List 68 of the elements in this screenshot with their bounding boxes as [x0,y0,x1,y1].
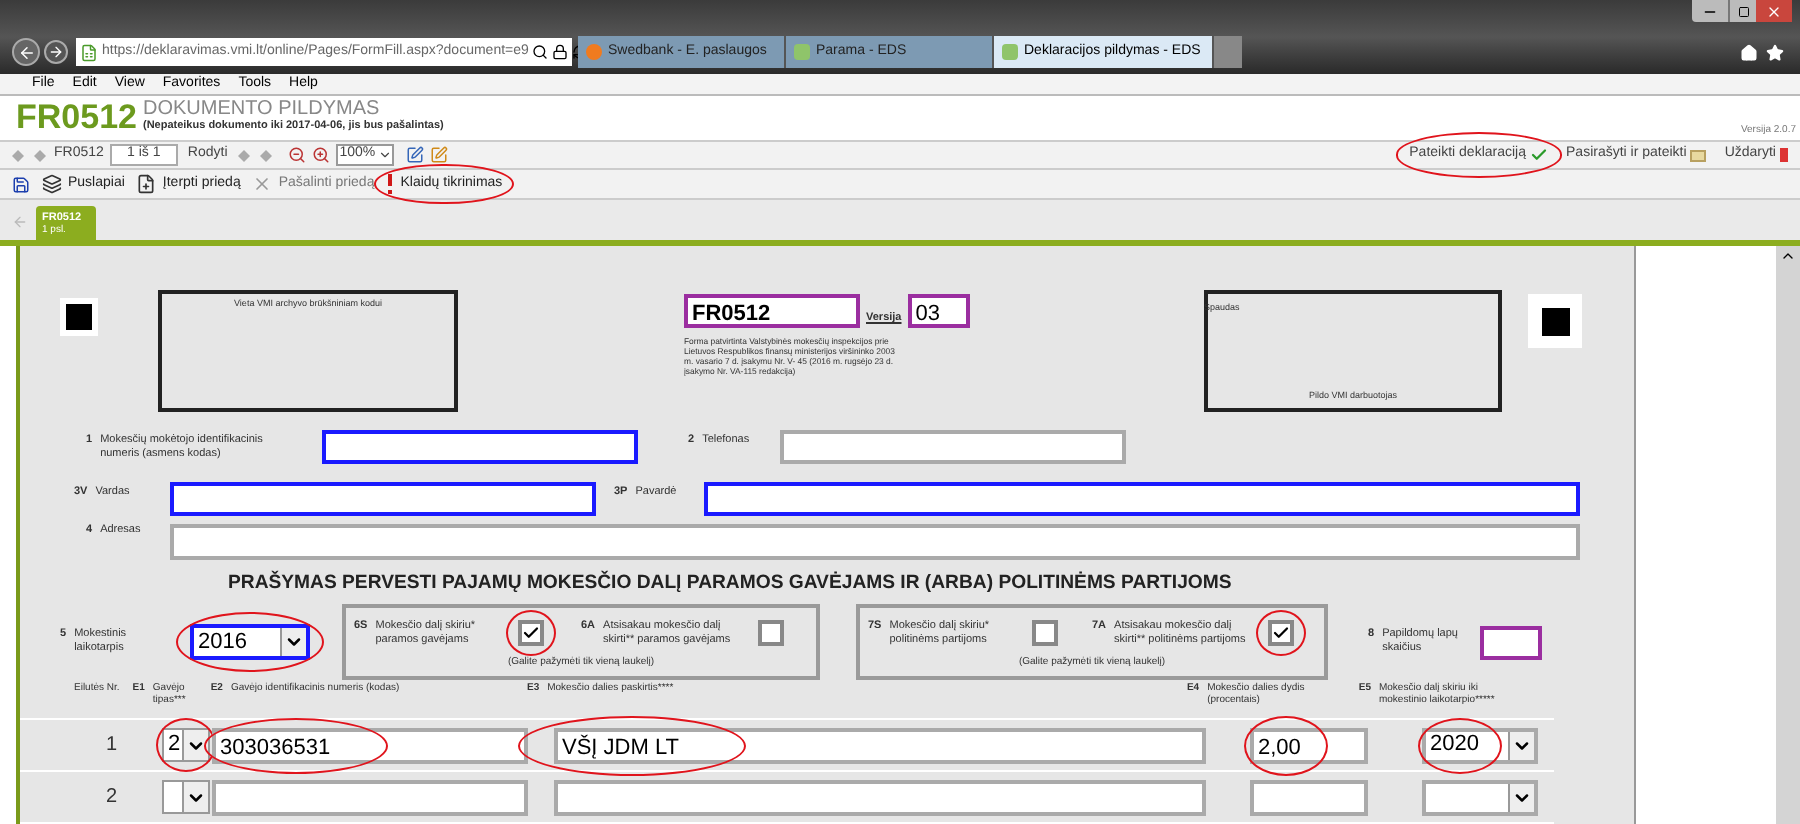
until-year-select[interactable]: 2020 [1422,727,1538,763]
page-title: DOKUMENTO PILDYMAS [142,100,382,120]
zoom-out-icon[interactable] [287,146,306,164]
page-icon [80,43,98,61]
tab-favicon-icon [586,44,602,60]
input-field[interactable] [322,430,638,465]
close-icon [252,174,273,194]
tab-favicon-icon [794,44,810,60]
maximize-button[interactable] [1728,0,1756,22]
registration-mark-icon [60,298,98,336]
edit-icon[interactable] [405,146,424,164]
until-year-select[interactable] [1422,779,1538,815]
input-field[interactable] [170,482,596,517]
pages-icon [42,174,62,194]
checkbox[interactable] [1268,620,1294,647]
dropdown-caret-icon [182,730,208,760]
period-select[interactable]: 2016 [190,624,310,661]
lock-icon [552,44,569,60]
dropdown-caret-icon [1508,783,1534,811]
dropdown-caret-icon [182,782,208,812]
input-field[interactable] [780,430,1126,465]
recipient-type-select[interactable]: 2 [162,728,210,762]
zoom-in-icon[interactable] [311,146,330,164]
extra-pages-field[interactable] [1480,625,1542,660]
edit-icon[interactable] [429,146,448,164]
form-code-field[interactable]: FR0512 [684,294,860,328]
check-icon [1272,624,1290,643]
form-code-title: FR0512 [16,100,137,136]
input-field[interactable] [704,482,1580,517]
input-field[interactable]: VŠĮ JDM LT [554,727,1206,763]
recipient-type-select[interactable] [162,780,210,814]
section-heading: PRAŠYMAS PERVESTI PAJAMŲ MOKESČIO DALĮ PARAMOS GAVĖJAMS IR (ARBA) POLITINĖMS PARTIJOMS [228,570,1232,599]
input-field[interactable] [212,779,528,815]
forward-button[interactable] [44,40,68,64]
save-icon[interactable] [12,175,30,193]
close-icon [1766,3,1782,19]
input-field[interactable]: 303036531 [212,727,528,763]
file-plus-icon [136,174,157,194]
minimize-button[interactable] [1692,0,1728,22]
caret-icon [377,148,392,162]
input-field[interactable] [170,524,1580,561]
checkbox[interactable] [757,620,783,647]
check-icon [1530,146,1549,164]
dropdown-caret-icon [1508,731,1534,759]
home-icon[interactable] [1740,43,1758,61]
tab-favicon-icon [1002,44,1018,60]
checkbox[interactable] [1032,620,1058,647]
back-button[interactable] [12,38,40,66]
exclamation-icon [386,174,395,194]
favorites-icon[interactable] [1766,43,1784,61]
registration-mark-icon [1528,294,1582,348]
signature-card-icon [1690,149,1707,161]
row-number: 1 [106,732,120,760]
row-number: 2 [106,784,120,812]
scrollbar[interactable] [1776,246,1800,824]
search-icon [532,44,549,60]
input-field[interactable] [1250,779,1368,815]
input-field[interactable] [554,779,1206,815]
scroll-up-icon[interactable] [1780,248,1796,264]
check-icon [522,624,540,643]
maximize-icon [1737,5,1749,17]
input-field[interactable]: 2,00 [1250,727,1368,763]
close-square-icon [1780,148,1788,162]
dropdown-caret-icon [280,628,306,657]
version-field[interactable]: 03 [907,294,970,328]
checkbox[interactable] [518,620,544,647]
back-arrow-icon [17,43,35,61]
forward-arrow-icon [48,44,64,60]
